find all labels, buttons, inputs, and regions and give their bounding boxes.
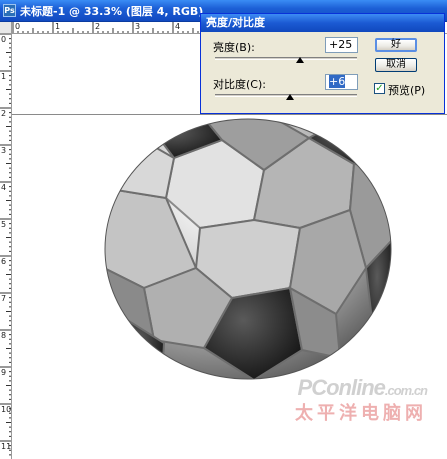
ruler-label: 9: [1, 368, 7, 377]
watermark-chinese-name: 太平洋电脑网: [295, 403, 427, 424]
ruler-label: 4: [1, 183, 7, 192]
brightness-slider-thumb[interactable]: [296, 57, 305, 63]
brightness-label: 亮度(B):: [213, 41, 255, 54]
contrast-label: 对比度(C):: [213, 78, 266, 91]
brightness-input[interactable]: +25: [325, 37, 358, 53]
ok-button[interactable]: 好: [375, 38, 417, 52]
ruler-label: 11: [1, 442, 12, 451]
ruler-ticks-left: [0, 33, 11, 456]
dialog-title[interactable]: 亮度/对比度: [201, 14, 444, 32]
contrast-slider-thumb[interactable]: [286, 94, 295, 100]
cancel-button[interactable]: 取消: [375, 58, 417, 72]
ruler-label: 3: [135, 22, 141, 31]
preview-checkbox[interactable]: ✓: [374, 83, 385, 94]
watermark: PConline.com.cn 太平洋电脑网: [295, 375, 428, 425]
soccer-ball-image: [104, 118, 392, 380]
guide-line[interactable]: [12, 114, 447, 115]
ruler-label: 0: [1, 35, 7, 44]
photoshop-document-icon: Ps: [3, 4, 16, 17]
ruler-label: 8: [1, 331, 7, 340]
ruler-label: 1: [55, 22, 61, 31]
vertical-ruler[interactable]: 0 1 2 3 4 5 6 7 8 9 10 11: [0, 22, 12, 459]
ruler-label: 2: [1, 109, 7, 118]
ruler-label: 4: [175, 22, 181, 31]
document-title: 未标题-1 @ 33.3% (图层 4, RGB): [20, 5, 204, 18]
preview-label[interactable]: 预览(P): [388, 82, 425, 98]
ruler-label: 3: [1, 146, 7, 155]
ruler-label: 6: [1, 257, 7, 266]
ruler-label: 5: [1, 220, 7, 229]
ruler-label: 10: [1, 405, 12, 414]
brightness-slider-track[interactable]: [215, 57, 357, 60]
ruler-label: 0: [15, 22, 21, 31]
contrast-input[interactable]: +6: [325, 74, 358, 90]
contrast-value: +6: [329, 75, 346, 88]
ruler-label: 2: [95, 22, 101, 31]
watermark-brand: PConline.com.cn: [295, 375, 428, 401]
watermark-brand-domain: .com.cn: [384, 383, 428, 398]
ruler-origin[interactable]: [0, 22, 12, 34]
ruler-label: 1: [1, 72, 7, 81]
ruler-label: 7: [1, 294, 7, 303]
watermark-brand-name: PConline: [297, 375, 386, 400]
brightness-contrast-dialog[interactable]: 亮度/对比度 亮度(B): +25 对比度(C): +6 好 取消 ✓ 预览(P…: [200, 13, 445, 114]
